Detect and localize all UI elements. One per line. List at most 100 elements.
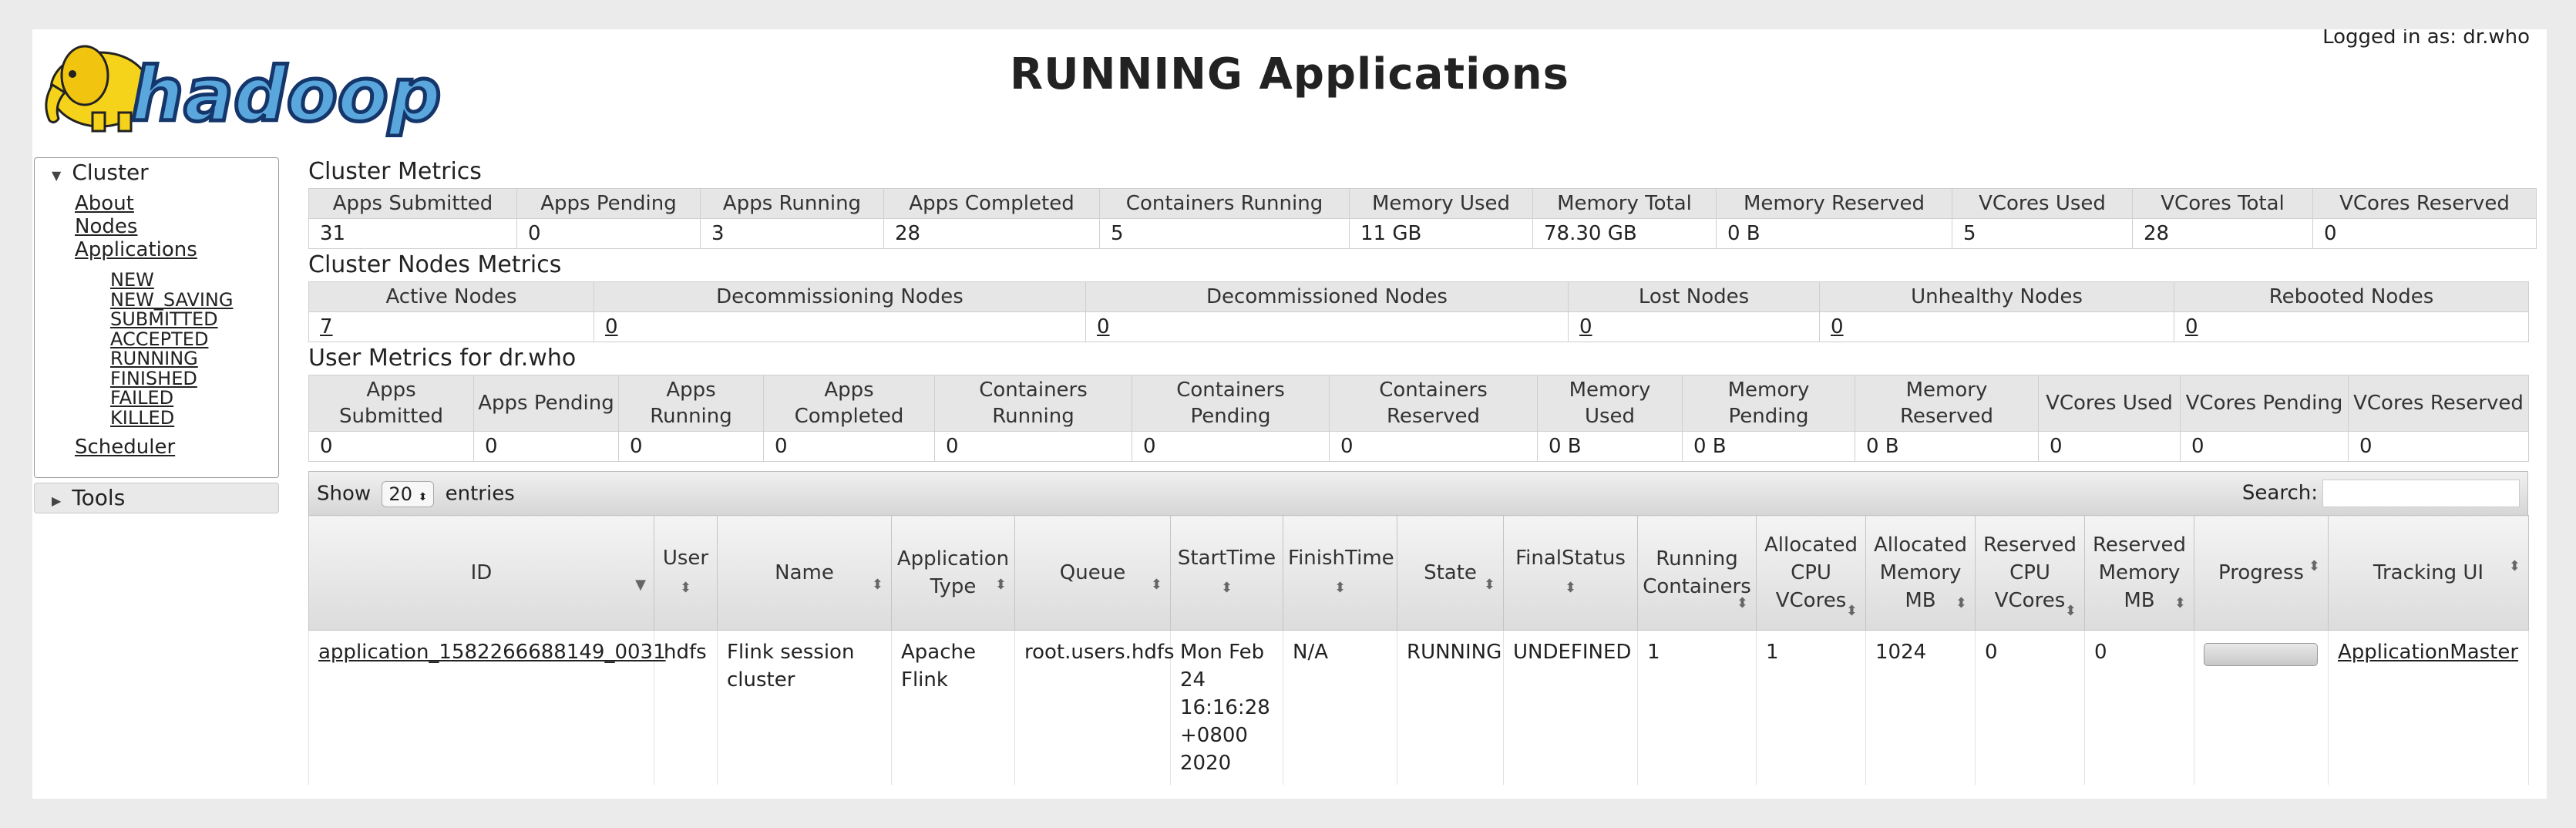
user-metrics-table: Apps Submitted Apps Pending Apps Running… bbox=[308, 375, 2529, 462]
app-starttime: Mon Feb 24 16:16:28 +0800 2020 bbox=[1170, 630, 1283, 785]
col-id[interactable]: ID ▼ bbox=[308, 515, 654, 631]
metric-value: 0 bbox=[2038, 431, 2181, 462]
col-state[interactable]: State ⬍ bbox=[1397, 515, 1504, 631]
col-name[interactable]: Name ⬍ bbox=[717, 515, 892, 631]
col-starttime[interactable]: StartTime ⬍ bbox=[1170, 515, 1283, 631]
metric-value: 5 bbox=[1099, 218, 1350, 249]
entries-select[interactable]: 20 ⬍ bbox=[382, 481, 435, 507]
metric-header: Rebooted Nodes bbox=[2174, 281, 2529, 312]
tracking-ui-link[interactable]: ApplicationMaster bbox=[2338, 641, 2518, 664]
metric-value: 28 bbox=[883, 218, 1100, 249]
metric-header: Containers Running bbox=[1099, 188, 1350, 219]
metric-value: 0 bbox=[1329, 431, 1538, 462]
metric-header: VCores Used bbox=[1952, 188, 2133, 219]
app-name: Flink session cluster bbox=[717, 630, 892, 785]
app-id-link[interactable]: application_1582266688149_0031 bbox=[318, 641, 666, 664]
table-row: application_1582266688149_0031 hdfs Flin… bbox=[308, 630, 2529, 785]
app-finalstatus: UNDEFINED bbox=[1503, 630, 1638, 785]
metric-value: 78.30 GB bbox=[1532, 218, 1717, 249]
metric-value: 0 bbox=[618, 431, 764, 462]
decommissioned-nodes-link[interactable]: 0 bbox=[1097, 315, 1110, 338]
active-nodes-link[interactable]: 7 bbox=[320, 315, 333, 338]
lost-nodes-link[interactable]: 0 bbox=[1579, 315, 1592, 338]
sort-icon: ⬍ bbox=[1564, 579, 1577, 596]
tools-label: Tools bbox=[72, 485, 126, 510]
search-input[interactable] bbox=[2322, 480, 2520, 507]
progress-bar bbox=[2204, 643, 2318, 666]
nav-nodes[interactable]: Nodes bbox=[75, 215, 278, 238]
col-finishtime[interactable]: FinishTime ⬍ bbox=[1283, 515, 1397, 631]
nav-state-new[interactable]: NEW bbox=[110, 270, 278, 291]
col-allocated-cpu-vcores[interactable]: Allocated CPU VCores ⬍ bbox=[1756, 515, 1866, 631]
page: hadoop RUNNING Applications Logged in as… bbox=[32, 29, 2547, 799]
nav-applications[interactable]: Applications bbox=[75, 238, 278, 261]
metric-value: 0 bbox=[2312, 218, 2537, 249]
search-control: Search: bbox=[2242, 480, 2520, 507]
col-application-type[interactable]: Application Type ⬍ bbox=[891, 515, 1015, 631]
metric-header: Apps Pending bbox=[516, 188, 701, 219]
main-content: Cluster Metrics Apps Submitted Apps Pend… bbox=[308, 156, 2537, 785]
nodes-metrics-title: Cluster Nodes Metrics bbox=[308, 251, 562, 278]
metric-header: Memory Used bbox=[1349, 188, 1533, 219]
nav-state-submitted[interactable]: SUBMITTED bbox=[110, 309, 278, 330]
metric-header: Lost Nodes bbox=[1568, 281, 1820, 312]
unhealthy-nodes-link[interactable]: 0 bbox=[1831, 315, 1844, 338]
col-reserved-memory-mb[interactable]: Reserved Memory MB ⬍ bbox=[2084, 515, 2194, 631]
metric-header: Memory Reserved bbox=[1716, 188, 1952, 219]
metric-header: VCores Used bbox=[2038, 375, 2181, 432]
col-running-containers[interactable]: Running Containers ⬍ bbox=[1637, 515, 1757, 631]
nav-state-killed[interactable]: KILLED bbox=[110, 408, 278, 429]
tools-menu[interactable]: ▶ Tools bbox=[34, 483, 279, 513]
cluster-menu-header[interactable]: ▼ Cluster bbox=[35, 158, 278, 187]
sort-icon: ⬍ bbox=[2064, 603, 2077, 619]
tools-menu-header[interactable]: ▶ Tools bbox=[35, 483, 278, 513]
metric-header: VCores Reserved bbox=[2312, 188, 2537, 219]
decommissioning-nodes-link[interactable]: 0 bbox=[605, 315, 618, 338]
col-progress[interactable]: Progress ⬍ bbox=[2194, 515, 2329, 631]
sort-icon: ⬍ bbox=[679, 579, 692, 596]
entries-value: 20 bbox=[388, 483, 412, 505]
metric-value: 0 bbox=[2348, 431, 2529, 462]
nav-scheduler[interactable]: Scheduler bbox=[75, 436, 278, 459]
col-finalstatus[interactable]: FinalStatus ⬍ bbox=[1503, 515, 1638, 631]
nav-state-running[interactable]: RUNNING bbox=[110, 348, 278, 369]
col-reserved-cpu-vcores[interactable]: Reserved CPU VCores ⬍ bbox=[1975, 515, 2085, 631]
app-type: Apache Flink bbox=[891, 630, 1015, 785]
app-queue: root.users.hdfs bbox=[1014, 630, 1175, 785]
metric-value: 0 bbox=[473, 431, 619, 462]
sort-icon: ⬍ bbox=[2174, 595, 2186, 611]
metric-header: VCores Reserved bbox=[2348, 375, 2529, 432]
sort-icon: ⬍ bbox=[1845, 603, 1858, 619]
cluster-metrics-table: Apps Submitted Apps Pending Apps Running… bbox=[308, 188, 2537, 249]
sort-icon: ⬍ bbox=[2308, 558, 2320, 574]
app-reserved-memory: 0 bbox=[2084, 630, 2194, 785]
app-allocated-memory: 1024 bbox=[1865, 630, 1976, 785]
sidebar: ▼ Cluster About Nodes Applications NEW NE… bbox=[34, 157, 279, 513]
logged-in-user: Logged in as: dr.who bbox=[2322, 29, 2530, 49]
sort-icon: ⬍ bbox=[1220, 579, 1233, 596]
nav-state-new-saving[interactable]: NEW_SAVING bbox=[110, 290, 278, 311]
app-allocated-vcores: 1 bbox=[1756, 630, 1866, 785]
app-user: hdfs bbox=[654, 630, 718, 785]
metric-header: Apps Submitted bbox=[308, 188, 517, 219]
metric-value: 0 B bbox=[1855, 431, 2039, 462]
nav-about[interactable]: About bbox=[75, 192, 278, 215]
nav-state-accepted[interactable]: ACCEPTED bbox=[110, 329, 278, 350]
metric-header: Containers Pending bbox=[1132, 375, 1330, 432]
col-allocated-memory-mb[interactable]: Allocated Memory MB ⬍ bbox=[1865, 515, 1976, 631]
nav-state-failed[interactable]: FAILED bbox=[110, 388, 278, 409]
nav-state-finished[interactable]: FINISHED bbox=[110, 369, 278, 389]
cluster-menu: ▼ Cluster About Nodes Applications NEW NE… bbox=[34, 157, 279, 478]
metric-header: Apps Completed bbox=[763, 375, 935, 432]
rebooted-nodes-link[interactable]: 0 bbox=[2185, 315, 2198, 338]
col-user[interactable]: User ⬍ bbox=[654, 515, 718, 631]
col-queue[interactable]: Queue ⬍ bbox=[1014, 515, 1171, 631]
metric-value: 0 bbox=[1132, 431, 1330, 462]
metric-value: 3 bbox=[700, 218, 884, 249]
metric-value: 0 bbox=[308, 431, 474, 462]
metric-value: 0 B bbox=[1537, 431, 1683, 462]
col-tracking-ui[interactable]: Tracking UI ⬍ bbox=[2328, 515, 2529, 631]
user-metrics-title: User Metrics for dr.who bbox=[308, 345, 577, 372]
show-label: Show bbox=[317, 482, 372, 506]
sort-icon: ⬍ bbox=[871, 577, 883, 593]
